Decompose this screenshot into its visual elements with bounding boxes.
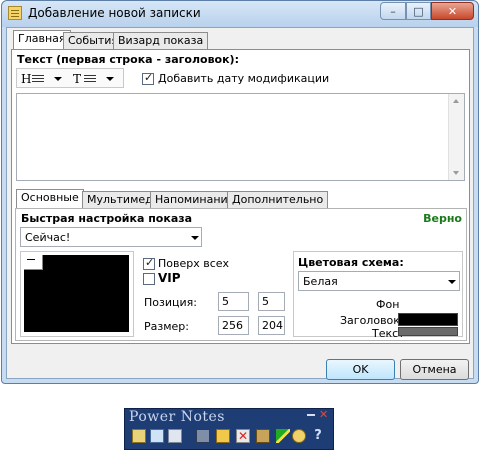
minimize-icon: – (390, 4, 396, 18)
position-x-value: 5 (222, 295, 229, 308)
chevron-down-icon (106, 77, 114, 81)
note-icon[interactable] (132, 429, 146, 443)
title-color-swatch[interactable] (398, 313, 458, 326)
tab-main[interactable]: Главная (13, 30, 71, 50)
note-text-area[interactable] (16, 93, 465, 181)
text-style-button[interactable]: T (73, 71, 121, 86)
preview-group (20, 251, 134, 337)
search-icon[interactable] (292, 429, 306, 443)
window-title: Добавление новой записки (28, 6, 201, 20)
preview-corner-icon (24, 255, 43, 270)
align-lines-icon (32, 75, 44, 76)
color-scheme-select[interactable]: Белая (298, 271, 460, 291)
minimize-button[interactable]: – (380, 2, 406, 20)
text-section-label: Текст (первая строка - заголовок): (17, 53, 239, 66)
tab-advanced[interactable]: Дополнительно (227, 191, 329, 209)
color-scheme-label: Цветовая схема: (298, 256, 404, 269)
add-date-label: Добавить дату модификации (158, 72, 330, 85)
text-icon: T (73, 72, 82, 86)
copy-icon[interactable] (216, 429, 230, 443)
position-x-input[interactable]: 5 (218, 292, 249, 311)
scroll-up-icon[interactable] (453, 99, 459, 103)
quick-setup-value: Сейчас! (25, 231, 71, 244)
delete-icon[interactable]: ✕ (236, 429, 250, 443)
notes-list-icon[interactable] (150, 429, 164, 443)
size-height-value: 204 (262, 319, 283, 332)
dialog-window: Добавление новой записки – □ ✕ Главная С… (1, 0, 479, 384)
chevron-down-icon (191, 236, 199, 240)
size-width-value: 256 (222, 319, 243, 332)
preview-corner-line (27, 259, 35, 260)
edit-icon[interactable] (276, 429, 290, 443)
color-scheme-value: Белая (303, 275, 338, 288)
tab-wizard[interactable]: Визард показа (113, 32, 209, 50)
basic-tab-panel: Быстрая настройка показа Верно Сейчас! ✓… (15, 208, 467, 341)
tab-basic[interactable]: Основные (16, 189, 84, 209)
vip-checkbox[interactable] (143, 273, 155, 285)
quick-setup-status: Верно (423, 212, 462, 225)
heading-icon: H (21, 72, 32, 86)
main-tab-panel: Текст (первая строка - заголовок): H T Д… (11, 49, 470, 344)
quick-setup-label: Быстрая настройка показа (21, 212, 193, 225)
note-preview (24, 255, 129, 332)
ok-button[interactable]: OK (326, 359, 395, 380)
align-lines-icon (84, 75, 96, 76)
text-color-swatch[interactable] (398, 327, 458, 336)
power-notes-toolbar: Power Notes ✕ ✕ ? (124, 408, 334, 450)
note-app-icon (8, 6, 22, 20)
power-notes-title: Power Notes (129, 409, 225, 425)
title-bar[interactable]: Добавление новой записки – □ ✕ (2, 1, 478, 27)
close-button[interactable]: ✕ (431, 2, 474, 20)
pn-minimize-icon[interactable] (307, 414, 315, 416)
size-height-input[interactable]: 204 (258, 316, 285, 335)
position-y-input[interactable]: 5 (258, 292, 285, 311)
position-y-value: 5 (262, 295, 269, 308)
cancel-button[interactable]: Отмена (400, 359, 469, 380)
size-label: Размер: (144, 320, 189, 333)
add-date-checkbox[interactable] (142, 71, 154, 85)
maximize-button[interactable]: □ (406, 2, 431, 20)
maximize-icon: □ (413, 4, 424, 18)
title-color-label: Заголовок (340, 314, 400, 327)
chevron-down-icon (448, 280, 456, 284)
calendar-icon[interactable] (168, 429, 182, 443)
scroll-down-icon[interactable] (453, 171, 459, 175)
pn-close-icon[interactable]: ✕ (319, 408, 328, 421)
tools-icon[interactable] (256, 429, 270, 443)
bg-color-label: Фон (376, 298, 400, 311)
keyboard-icon[interactable] (196, 429, 210, 443)
vip-label: VIP (158, 271, 181, 285)
on-top-checkbox[interactable] (143, 256, 155, 270)
dialog-client-area: Главная События Визард показа Текст (пер… (6, 27, 474, 380)
position-label: Позиция: (144, 296, 197, 309)
format-toolbar: H T (16, 68, 124, 88)
chevron-down-icon (54, 77, 62, 81)
quick-setup-select[interactable]: Сейчас! (20, 227, 202, 247)
color-scheme-group: Цветовая схема: Белая Фон Заголовок Текс… (293, 251, 463, 340)
heading-style-button[interactable]: H (21, 71, 69, 86)
help-icon[interactable]: ? (311, 429, 325, 443)
text-area-scrollbar[interactable] (448, 94, 464, 180)
close-icon: ✕ (447, 4, 458, 18)
on-top-label: Поверх всех (158, 257, 230, 270)
size-width-input[interactable]: 256 (218, 316, 249, 335)
